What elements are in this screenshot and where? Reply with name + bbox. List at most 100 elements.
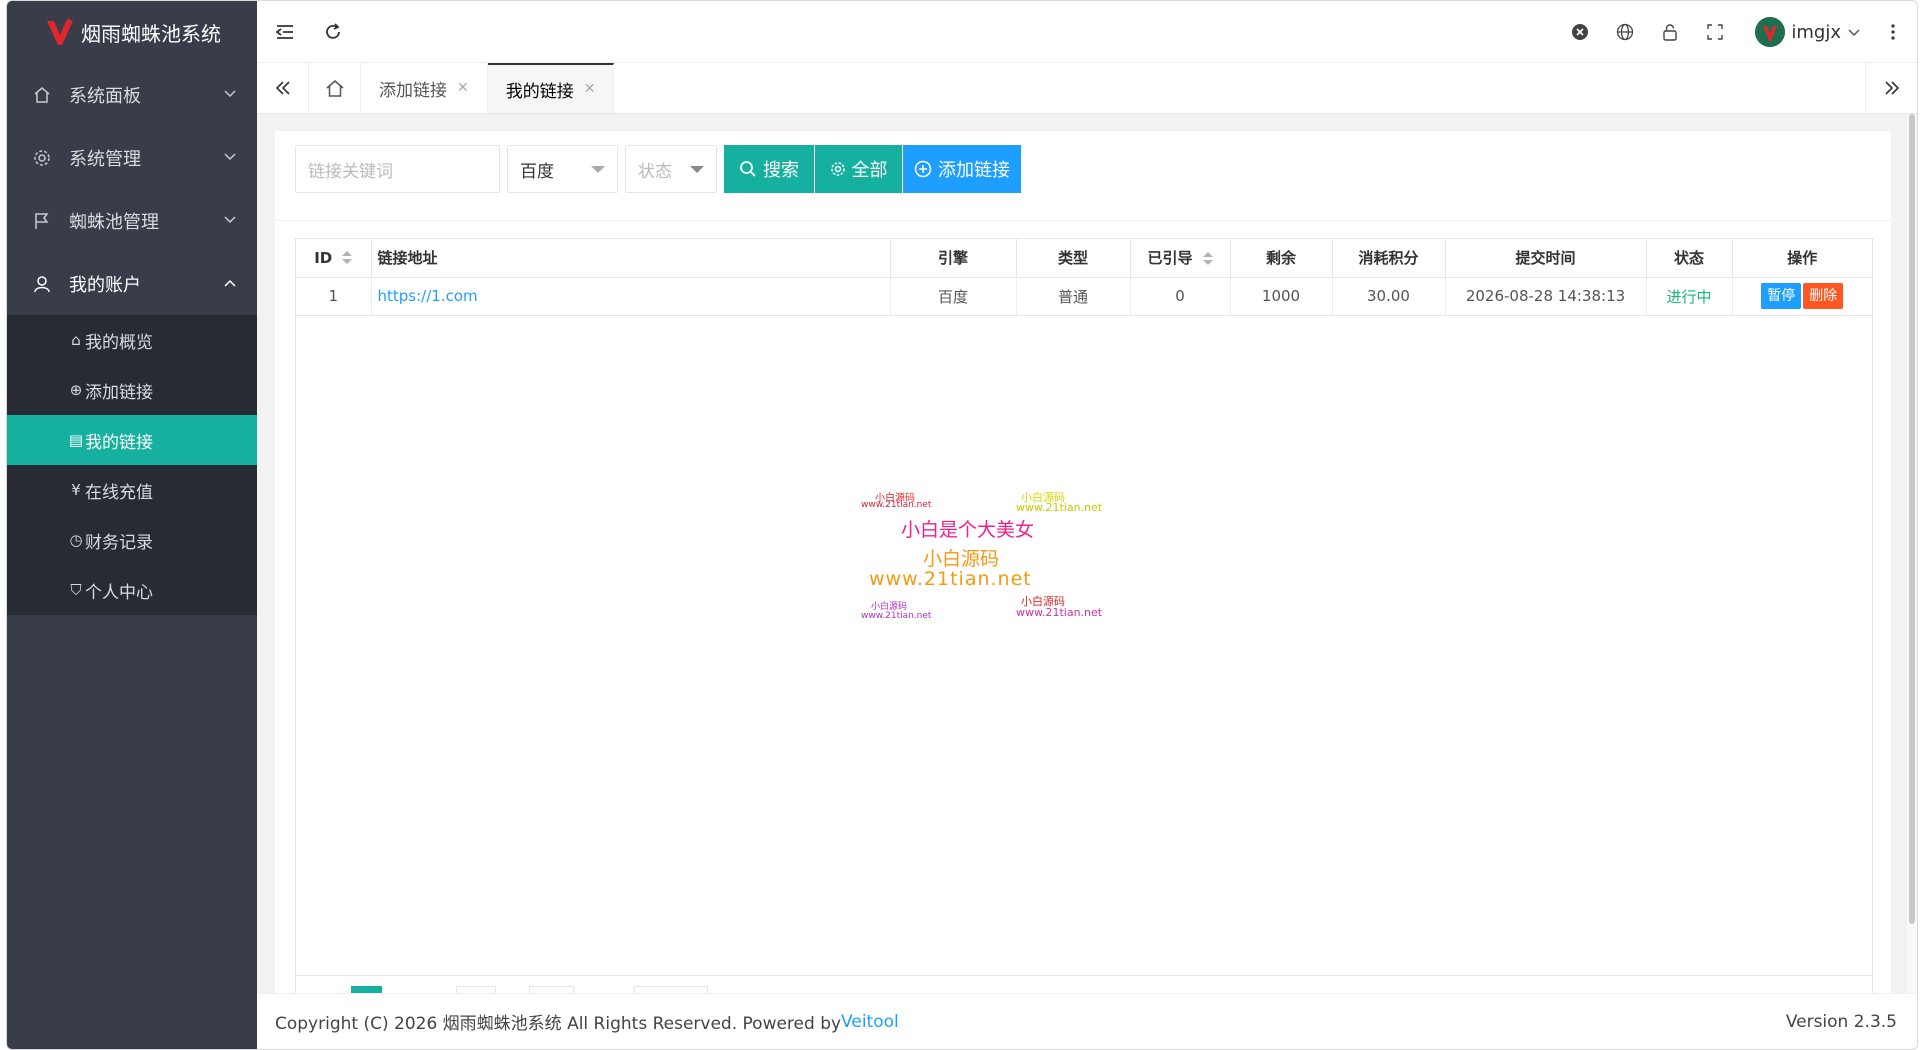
footer: Copyright (C) 2026 烟雨蜘蛛池系统 All Rights Re… — [257, 993, 1917, 1049]
page-current[interactable] — [351, 986, 382, 993]
sort-icon[interactable] — [342, 251, 353, 265]
cell-remaining: 1000 — [1230, 277, 1333, 316]
page-button[interactable] — [456, 986, 496, 993]
pagination — [296, 975, 1872, 993]
chevron-down-icon — [224, 90, 236, 98]
search-toolbar: 链接关键词 百度 状态 搜索 全部 添加链接 — [275, 131, 1891, 221]
content-card: 链接关键词 百度 状态 搜索 全部 添加链接 ID 链接地址 引擎 类型 已引导… — [275, 131, 1891, 993]
status-badge: 进行中 — [1666, 287, 1712, 306]
column-header-actions: 操作 — [1732, 239, 1872, 278]
watermark: 小白源码 www.21tian.net 小白源码 www.21tian.net … — [861, 489, 1102, 629]
sidebar-subitem-finance[interactable]: ◷ 财务记录 — [7, 515, 257, 565]
powered-link[interactable]: Veitool — [841, 1012, 899, 1032]
main-content: 链接关键词 百度 状态 搜索 全部 添加链接 ID 链接地址 引擎 类型 已引导… — [257, 114, 1907, 993]
tabs: 添加链接 ✕ 我的链接 ✕ — [309, 63, 615, 113]
logo[interactable]: 烟雨蜘蛛池系统 — [7, 1, 257, 63]
dropdown-arrow-icon — [591, 166, 605, 173]
close-icon[interactable]: ✕ — [584, 81, 596, 97]
sidebar-subitem-label: 在线充值 — [85, 482, 153, 503]
chevron-down-icon — [1848, 29, 1860, 37]
engine-value: 百度 — [520, 161, 554, 182]
watermark-text: www.21tian.net — [1016, 501, 1103, 514]
keyword-input[interactable]: 链接关键词 — [295, 145, 500, 193]
refresh-icon[interactable] — [323, 22, 343, 42]
sidebar-item-label: 我的账户 — [69, 274, 141, 296]
search-label: 搜索 — [763, 160, 799, 181]
search-button[interactable]: 搜索 — [724, 145, 814, 193]
sidebar-item-label: 蜘蛛池管理 — [69, 211, 159, 233]
sidebar-subitem-overview[interactable]: ⌂ 我的概览 — [7, 315, 257, 365]
app-window: 烟雨蜘蛛池系统 系统面板 系统管理 蜘蛛池管理 我的账户 ⌂ 我的概览 ⊕ 添加… — [6, 0, 1918, 1050]
keyword-placeholder: 链接关键词 — [308, 161, 393, 182]
search-icon — [740, 161, 756, 177]
header-label: 已引导 — [1147, 249, 1193, 268]
sidebar-subitem-recharge[interactable]: ¥ 在线充值 — [7, 465, 257, 515]
page-scrollbar[interactable] — [1907, 114, 1917, 993]
table-header-row: ID 链接地址 引擎 类型 已引导 剩余 消耗积分 提交时间 状态 操作 — [296, 239, 1872, 278]
logo-icon — [47, 19, 73, 45]
sidebar-item-dashboard[interactable]: 系统面板 — [7, 63, 257, 126]
tabs-scroll-right-icon[interactable] — [1865, 63, 1917, 113]
page-size-select[interactable] — [634, 986, 708, 993]
column-header-id[interactable]: ID — [296, 239, 372, 278]
sidebar-subitem-profile[interactable]: ⛉ 个人中心 — [7, 565, 257, 615]
cell-actions: 暂停 删除 — [1732, 277, 1872, 316]
sidebar-item-spider-pool[interactable]: 蜘蛛池管理 — [7, 189, 257, 252]
status-placeholder: 状态 — [638, 161, 672, 182]
plus-circle-icon: ⊕ — [69, 381, 83, 399]
tab-home[interactable] — [309, 63, 361, 113]
home-icon — [31, 84, 53, 106]
url-link[interactable]: https://1.com — [378, 287, 478, 305]
delete-button[interactable]: 删除 — [1803, 283, 1844, 309]
column-header-status: 状态 — [1646, 239, 1733, 278]
tab-my-links[interactable]: 我的链接 ✕ — [487, 63, 615, 113]
top-header: imgjx — [257, 1, 1917, 63]
header-label: 类型 — [1057, 249, 1088, 268]
fullscreen-icon[interactable] — [1705, 22, 1725, 42]
column-header-remaining: 剩余 — [1230, 239, 1333, 278]
sort-icon[interactable] — [1202, 251, 1213, 266]
add-link-button[interactable]: 添加链接 — [903, 145, 1021, 193]
header-label: 状态 — [1673, 249, 1704, 268]
sidebar-item-system[interactable]: 系统管理 — [7, 126, 257, 189]
globe-icon[interactable] — [1615, 22, 1635, 42]
document-icon: ▤ — [68, 431, 84, 449]
user-menu[interactable]: imgjx — [1755, 17, 1861, 47]
plus-circle-icon — [914, 160, 932, 178]
sidebar-subitem-label: 添加链接 — [85, 382, 153, 403]
yen-circle-icon: ¥ — [71, 481, 81, 499]
close-icon[interactable]: ✕ — [457, 80, 469, 96]
more-vertical-icon[interactable] — [1883, 22, 1903, 42]
watermark-text: www.21tian.net — [861, 500, 932, 510]
page-button[interactable] — [529, 986, 574, 993]
header-label: 消耗积分 — [1358, 249, 1419, 268]
close-circle-icon[interactable] — [1570, 22, 1590, 42]
user-icon — [31, 273, 53, 295]
show-all-button[interactable]: 全部 — [815, 145, 902, 193]
scrollbar-thumb[interactable] — [1909, 114, 1915, 924]
sidebar-subitem-add-link[interactable]: ⊕ 添加链接 — [7, 365, 257, 415]
tab-add-link[interactable]: 添加链接 ✕ — [361, 63, 488, 113]
column-header-points: 消耗积分 — [1332, 239, 1446, 278]
header-label: ID — [314, 248, 333, 267]
watermark-text: www.21tian.net — [1016, 606, 1103, 619]
tabs-scroll-left-icon[interactable] — [257, 63, 309, 113]
sidebar-item-label: 系统面板 — [69, 85, 141, 107]
column-header-guided[interactable]: 已引导 — [1130, 239, 1231, 278]
copyright-text: Copyright (C) 2026 烟雨蜘蛛池系统 All Rights Re… — [275, 1014, 842, 1034]
column-header-type: 类型 — [1016, 239, 1131, 278]
cell-id: 1 — [296, 277, 372, 316]
pause-button[interactable]: 暂停 — [1761, 283, 1802, 309]
watermark-text: www.21tian.net — [869, 568, 1032, 590]
shield-check-icon: ⛉ — [70, 581, 82, 599]
menu-collapse-icon[interactable] — [275, 22, 295, 42]
sidebar-item-my-account[interactable]: 我的账户 — [7, 252, 257, 315]
sidebar-item-label: 系统管理 — [69, 148, 141, 170]
header-label: 链接地址 — [377, 249, 438, 268]
engine-select[interactable]: 百度 — [507, 145, 618, 193]
lock-icon[interactable] — [1660, 22, 1680, 42]
cell-status: 进行中 — [1646, 277, 1733, 316]
sidebar-subitem-my-links[interactable]: ▤ 我的链接 — [7, 415, 257, 465]
status-select[interactable]: 状态 — [625, 145, 717, 193]
cell-points: 30.00 — [1332, 277, 1446, 316]
